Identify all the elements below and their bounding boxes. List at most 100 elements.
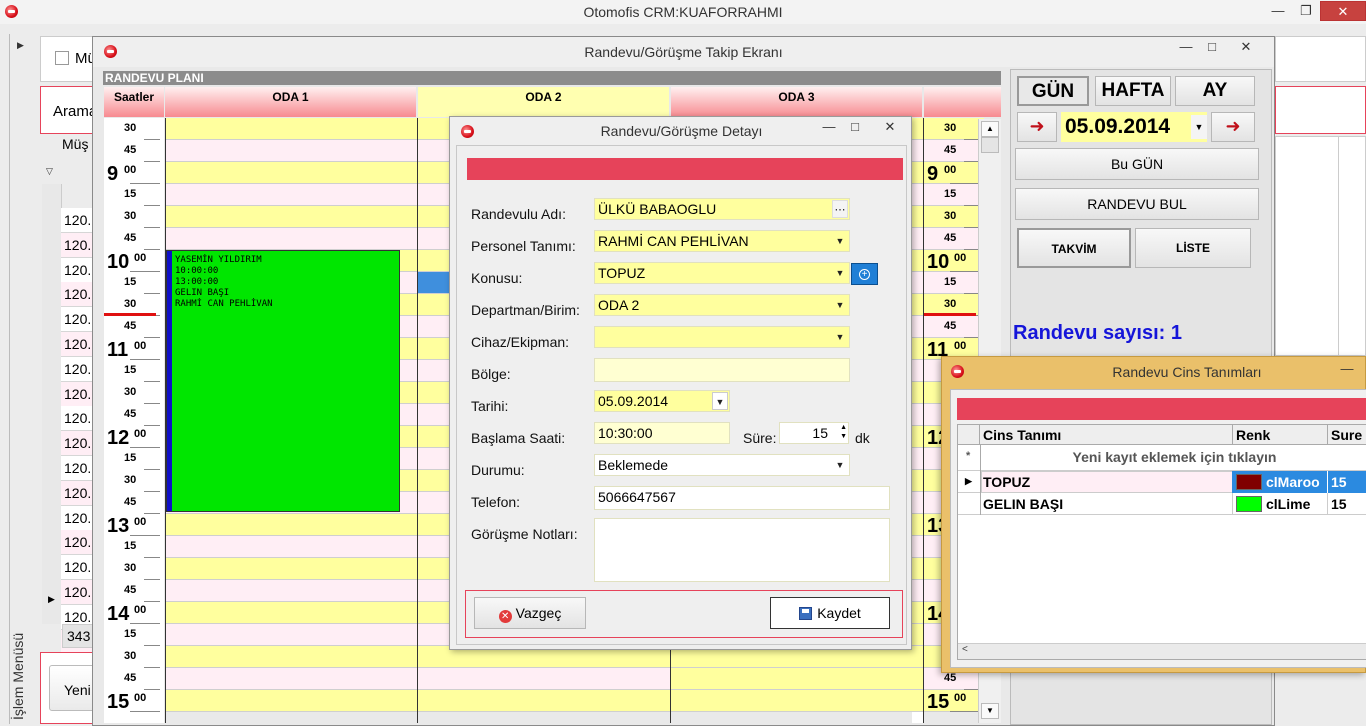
cins-grid[interactable]: Cins Tanımı Renk Sure * Yeni kayıt eklem… [957, 424, 1366, 660]
minute-label: 15 [124, 628, 137, 640]
chevron-down-icon[interactable]: ▼ [832, 232, 848, 250]
button-bar: ✕ Vazgeç Kaydet [465, 590, 903, 638]
appointment-block[interactable]: YASEMİN YILDIRIM 10:00:00 13:00:00 GELIN BA… [166, 250, 400, 512]
tick-line [144, 425, 160, 426]
chevron-down-icon[interactable]: ▼ [832, 456, 848, 474]
department-select[interactable]: ODA 2 ▼ [594, 294, 850, 316]
color-swatch [1236, 474, 1262, 490]
time-slot[interactable] [165, 536, 417, 558]
expand-arrow-icon[interactable]: ▶ [17, 40, 24, 51]
find-appointment-button[interactable]: RANDEVU BUL [1015, 188, 1259, 220]
minimize-button[interactable]: — [1263, 1, 1293, 21]
name-field[interactable]: ÜLKÜ BABAOGLU ⋯ [594, 198, 850, 220]
tracking-close-button[interactable]: ✕ [1231, 37, 1261, 57]
time-slot[interactable] [165, 162, 417, 184]
col-duration-header[interactable]: Sure [1331, 427, 1362, 443]
new-row-hint: Yeni kayıt eklemek için tıklayın [1072, 449, 1277, 465]
date-picker[interactable]: 05.09.2014 [1061, 112, 1207, 142]
start-time-label: Başlama Saati: [471, 430, 566, 446]
date-dropdown-icon[interactable]: ▼ [1191, 115, 1207, 139]
start-time-field[interactable]: 10:30:00 [594, 422, 730, 444]
time-slot[interactable] [165, 690, 417, 712]
scroll-left-icon[interactable]: < [962, 644, 968, 655]
cins-row[interactable]: GELIN BAŞI clLime 15 [958, 493, 1366, 515]
phone-label: Telefon: [471, 494, 521, 510]
status-select[interactable]: Beklemede ▼ [594, 454, 850, 476]
minute-label: 30 [124, 562, 137, 574]
close-button[interactable]: ✕ [1320, 1, 1366, 21]
chevron-down-icon[interactable]: ▼ [712, 392, 728, 410]
time-slot[interactable] [671, 668, 923, 690]
phone-field[interactable]: 5066647567 [594, 486, 890, 510]
detail-maximize-button[interactable]: □ [840, 117, 870, 137]
date-field[interactable]: 05.09.2014 ▼ [594, 390, 730, 412]
device-label: Cihaz/Ekipman: [471, 334, 570, 350]
month-view-button[interactable]: AY [1175, 76, 1255, 106]
cancel-button[interactable]: ✕ Vazgeç [474, 597, 586, 629]
week-view-button[interactable]: HAFTA [1095, 76, 1171, 106]
minute-label: 30 [124, 298, 137, 310]
staff-label: Personel Tanımı: [471, 238, 576, 254]
add-subject-button[interactable]: + [851, 263, 878, 285]
time-slot[interactable] [165, 580, 417, 602]
spin-arrows-icon[interactable]: ▲ ▼ [840, 423, 847, 441]
next-date-arrow-icon[interactable]: ➜ [1211, 112, 1255, 142]
minute-label: 45 [124, 672, 137, 684]
prev-date-arrow-icon[interactable]: ➜ [1017, 112, 1057, 142]
scroll-up-icon[interactable]: ▲ [981, 121, 999, 137]
staff-select[interactable]: RAHMİ CAN PEHLİVAN ▼ [594, 230, 850, 252]
new-row[interactable]: * Yeni kayıt eklemek için tıklayın [958, 445, 1366, 471]
ellipsis-button[interactable]: ⋯ [832, 200, 848, 218]
minute-label: 00 [124, 164, 137, 176]
time-slot[interactable] [165, 668, 417, 690]
tick-line [144, 381, 160, 382]
time-slot[interactable] [165, 140, 417, 162]
filter-icon[interactable]: ▽ [46, 166, 53, 177]
tracking-maximize-button[interactable]: □ [1197, 37, 1227, 57]
notes-textarea[interactable] [594, 518, 890, 582]
calendar-tab[interactable]: TAKVİM [1017, 228, 1131, 268]
minute-label: 30 [944, 122, 957, 134]
cins-row[interactable]: ▶ TOPUZ clMaroo 15 [958, 471, 1366, 493]
time-slot[interactable] [165, 206, 417, 228]
scroll-down-icon[interactable]: ▼ [981, 703, 999, 719]
side-menu-label[interactable]: İşlem Menüsü [10, 630, 40, 720]
device-select[interactable]: ▼ [594, 326, 850, 348]
time-slot[interactable] [165, 558, 417, 580]
minute-label: 15 [944, 188, 957, 200]
chevron-down-icon[interactable]: ▼ [832, 264, 848, 282]
horizontal-scrollbar[interactable]: < [958, 643, 1366, 659]
time-slot[interactable] [165, 184, 417, 206]
cins-color-name: clMaroo [1266, 474, 1320, 490]
date-value: 05.09.2014 [598, 393, 669, 409]
cins-header-row: Cins Tanımı Renk Sure [958, 425, 1366, 445]
scroll-thumb[interactable] [981, 137, 999, 153]
appointment-customer: YASEMİN YILDIRIM [175, 255, 262, 265]
time-slot[interactable] [418, 668, 670, 690]
duration-spinner[interactable]: 15 ▲ ▼ [779, 422, 849, 444]
today-button[interactable]: Bu GÜN [1015, 148, 1259, 180]
time-slot[interactable] [165, 646, 417, 668]
list-tab[interactable]: LİSTE [1135, 228, 1251, 268]
col-color-header[interactable]: Renk [1236, 427, 1270, 443]
col-name-header[interactable]: Cins Tanımı [983, 427, 1061, 443]
search-panel: Arama [40, 86, 100, 134]
chevron-down-icon[interactable]: ▼ [832, 328, 848, 346]
chevron-down-icon[interactable]: ▼ [832, 296, 848, 314]
cins-minimize-button[interactable]: — [1332, 359, 1362, 379]
time-slot[interactable] [671, 690, 923, 712]
save-button[interactable]: Kaydet [770, 597, 890, 629]
detail-close-button[interactable]: ✕ [870, 117, 910, 137]
time-slot[interactable] [165, 514, 417, 536]
time-slot[interactable] [165, 228, 417, 250]
checkbox[interactable] [55, 51, 69, 65]
time-slot[interactable] [165, 624, 417, 646]
region-field[interactable] [594, 358, 850, 382]
day-view-button[interactable]: GÜN [1017, 76, 1089, 106]
subject-select[interactable]: TOPUZ ▼ [594, 262, 850, 284]
time-slot[interactable] [165, 118, 417, 140]
time-slot[interactable] [418, 690, 670, 712]
maximize-button[interactable]: ❐ [1291, 1, 1321, 21]
time-slot[interactable] [165, 602, 417, 624]
minute-label: 30 [124, 386, 137, 398]
